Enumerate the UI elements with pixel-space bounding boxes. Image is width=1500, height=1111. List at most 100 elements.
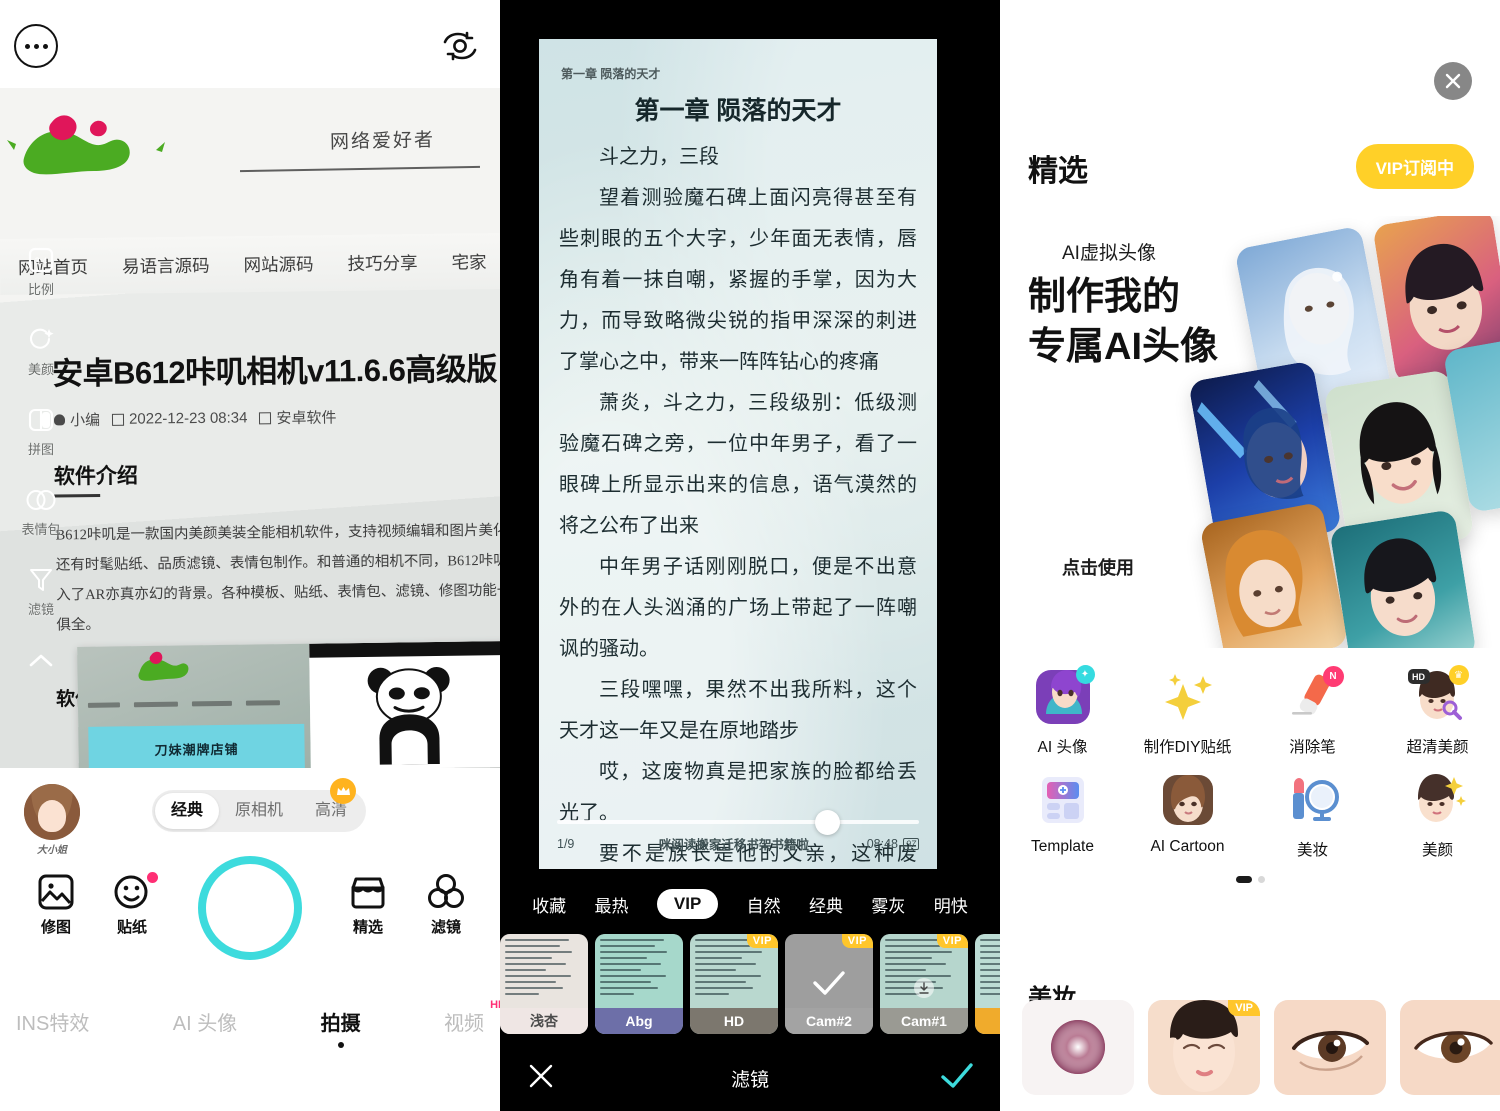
- tool-retouch[interactable]: 修图: [20, 868, 92, 937]
- feature-diy-sticker[interactable]: 制作DIY贴纸: [1125, 660, 1250, 763]
- filter-category-tabs: 收藏 最热 VIP 自然 经典 雾灰 明快: [500, 882, 1000, 926]
- reading-progress-slider[interactable]: [557, 810, 919, 835]
- sidebar-label: 表情包: [21, 522, 61, 537]
- filter-chip[interactable]: 浅杏: [500, 934, 588, 1034]
- preview-screenshot-strip: 刀妹潮牌店铺: [77, 641, 500, 768]
- clock: 08:48: [866, 836, 898, 851]
- reader-filter-panel: 第一章 陨落的天才 第一章 陨落的天才 斗之力，三段 望着测验魔石碑上面闪亮得甚…: [500, 0, 1000, 1111]
- camera-panel: 网络爱好者 网站首页 易语言源码 网站源码 技巧分享 宅家 安卓B612咔叽相机…: [0, 0, 500, 1111]
- filter-chip[interactable]: VIP Cam#1: [880, 934, 968, 1034]
- filter-tab-natural[interactable]: 自然: [747, 892, 781, 917]
- preview-underline: [240, 165, 480, 173]
- tool-label: 修图: [40, 919, 71, 936]
- sidebar-item-stickerpack[interactable]: 表情包: [6, 484, 76, 538]
- featured-shop-icon: [332, 868, 404, 916]
- close-x-icon[interactable]: [1434, 62, 1472, 100]
- tab-ai-avatar[interactable]: AI 头像: [173, 1007, 237, 1036]
- tab-video[interactable]: 视频 HD: [444, 999, 500, 1036]
- filter-tab-foggray[interactable]: 雾灰: [871, 892, 905, 917]
- filter-chip[interactable]: VIP HD: [690, 934, 778, 1034]
- book-paragraph: 斗之力，三段: [599, 146, 719, 168]
- slider-knob[interactable]: [815, 810, 840, 835]
- grid-pagination[interactable]: [1000, 876, 1500, 883]
- filter-name: HD: [690, 1008, 778, 1034]
- feature-eraser[interactable]: N 消除笔: [1250, 660, 1375, 763]
- tool-label: 贴纸: [116, 919, 147, 936]
- filter-tab-classic[interactable]: 经典: [809, 892, 843, 917]
- tool-label: 精选: [352, 919, 383, 936]
- filter-chip[interactable]: Abg: [595, 934, 683, 1034]
- filter-name: Abg: [595, 1008, 683, 1034]
- filter-thumbnail-strip[interactable]: 浅杏 Abg VIP HD VIP Cam#2 VIP Cam#1 VIP: [500, 934, 1000, 1039]
- feature-template[interactable]: Template: [1000, 763, 1125, 866]
- tab-capture[interactable]: 拍摄: [321, 1007, 361, 1036]
- filter-name: Cam#2: [785, 1008, 873, 1034]
- camera-mode-classic[interactable]: 经典: [155, 793, 220, 829]
- camera-flip-icon[interactable]: [438, 24, 482, 68]
- filter-name: Vivid: [975, 1008, 1000, 1034]
- feature-ai-avatar[interactable]: ✦ AI 头像: [1000, 660, 1125, 763]
- preview-handwriting: 网络爱好者: [329, 129, 436, 154]
- close-x-icon[interactable]: [526, 1061, 556, 1096]
- vip-badge: VIP: [1228, 1000, 1260, 1016]
- sidebar-item-collage[interactable]: 拼图: [6, 404, 76, 458]
- sidebar-item-beauty[interactable]: 美颜: [6, 324, 76, 378]
- sidebar-item-collapse[interactable]: [6, 644, 76, 679]
- book-paragraph: 望着测验魔石碑上面闪亮得甚至有些刺眼的五个大字，少年面无表情，唇角有着一抹自嘲，…: [559, 187, 917, 373]
- camera-mode-original[interactable]: 原相机: [219, 793, 299, 829]
- camera-mode-tabs: INS特效 AI 头像 拍摄 视频 HD: [0, 986, 500, 1056]
- funnel-filter-icon: [25, 564, 57, 596]
- tool-filter[interactable]: 滤镜: [410, 868, 482, 937]
- pager-dot[interactable]: [1257, 876, 1265, 883]
- banner-cta: 点击使用: [1062, 558, 1134, 578]
- vip-subscribe-button[interactable]: VIP订阅中: [1355, 144, 1474, 189]
- sidebar-item-ratio[interactable]: 3:4 比例: [6, 244, 76, 298]
- avatar[interactable]: 大小姐: [24, 784, 80, 856]
- ai-cartoon-icon: [1159, 771, 1217, 829]
- makeup-card-eye-b[interactable]: [1400, 1000, 1500, 1095]
- filter-chip[interactable]: VIP Vivid: [975, 934, 1000, 1034]
- download-icon[interactable]: [914, 978, 934, 998]
- running-head: 第一章 陨落的天才: [561, 67, 661, 81]
- makeup-card-row[interactable]: VIP: [1022, 1000, 1500, 1095]
- book-paragraph: 萧炎，斗之力，三段级别：低级测验魔石碑之旁，一位中年男子，看了一眼碑上所显示出来…: [559, 392, 917, 537]
- pager-dot-active[interactable]: [1235, 876, 1252, 883]
- sidebar-item-filter[interactable]: 滤镜: [6, 564, 76, 618]
- preview-shop-banner: 刀妹潮牌店铺: [88, 723, 305, 768]
- filter-action-bar: 滤镜: [500, 1045, 1000, 1111]
- feature-badge: N: [1322, 666, 1344, 687]
- camera-topbar: [0, 0, 500, 88]
- preview-category: 安卓软件: [276, 409, 337, 428]
- sidebar-label: 拼图: [27, 442, 54, 457]
- preview-nav-item: 宅家: [451, 251, 487, 273]
- makeup-card-eye-a[interactable]: [1274, 1000, 1386, 1095]
- filter-tab-bright[interactable]: 明快: [934, 892, 968, 917]
- preview-date: 2022-12-23 08:34: [128, 409, 248, 428]
- hd-badge: HD: [490, 998, 500, 1011]
- tab-ins-effects[interactable]: INS特效: [16, 1007, 89, 1036]
- tool-featured[interactable]: 精选: [332, 868, 404, 937]
- preview-article-meta: 小编 2022-12-23 08:34 安卓软件: [53, 407, 337, 431]
- filter-chip-selected[interactable]: VIP Cam#2: [785, 934, 873, 1034]
- feature-label: 美妆: [1296, 842, 1328, 859]
- more-dots-icon[interactable]: [14, 24, 58, 68]
- shutter-button[interactable]: [198, 856, 302, 960]
- filter-tab-vip[interactable]: VIP: [656, 889, 719, 919]
- feature-makeup[interactable]: 美妆: [1250, 763, 1375, 866]
- makeup-card-full-face[interactable]: VIP: [1148, 1000, 1260, 1095]
- sticker-pack-icon: [25, 484, 57, 516]
- feature-hd-beauty[interactable]: HD ♛ 超清美颜: [1375, 660, 1500, 763]
- panda-meme-icon: [367, 666, 450, 765]
- book-paragraph: 三段嘿嘿，果然不出我所料，这个天才这一年又是在原地踏步: [559, 679, 917, 742]
- crown-icon[interactable]: [330, 778, 356, 804]
- feature-label: 美颜: [1421, 842, 1453, 859]
- ai-sparkle-badge: ✦: [1075, 665, 1095, 684]
- filter-tab-favorites[interactable]: 收藏: [532, 892, 566, 917]
- ai-avatar-banner[interactable]: AI虚拟头像 制作我的 专属AI头像 点击使用: [1000, 216, 1500, 648]
- check-confirm-icon[interactable]: [940, 1062, 974, 1095]
- feature-ai-cartoon[interactable]: AI Cartoon: [1125, 763, 1250, 866]
- feature-beauty[interactable]: 美颜: [1375, 763, 1500, 866]
- filter-tab-hottest[interactable]: 最热: [595, 892, 629, 917]
- makeup-card-contact-lens[interactable]: [1022, 1000, 1134, 1095]
- tool-sticker[interactable]: 贴纸: [96, 868, 168, 937]
